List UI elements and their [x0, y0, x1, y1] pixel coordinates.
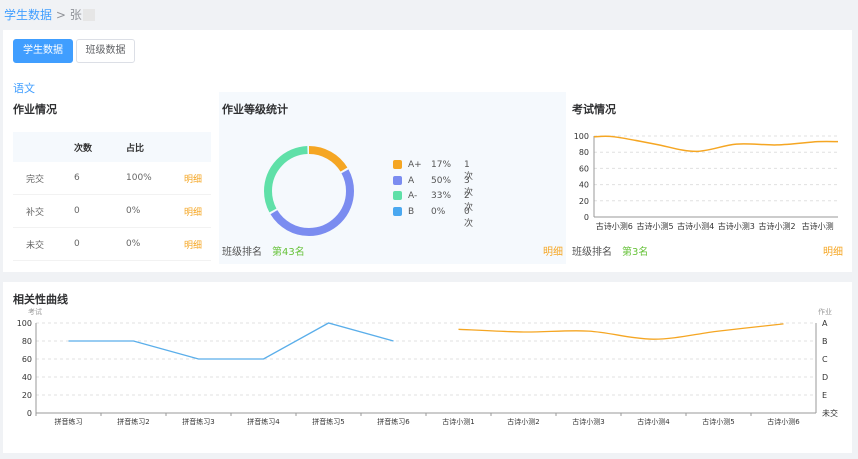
header-cell	[13, 132, 74, 162]
legend-grade: A	[408, 175, 415, 186]
row-ratio: 0%	[126, 194, 184, 228]
row-ratio: 0%	[126, 227, 184, 261]
right-axis-name: 作业	[818, 307, 832, 316]
legend-swatch	[393, 191, 402, 200]
y-tick-label: 60	[579, 164, 589, 173]
row-label: 补交	[13, 194, 74, 228]
table-row: 完交 6 100% 明细	[13, 162, 211, 195]
legend-percent: 50%	[431, 175, 452, 186]
rank-label: 班级排名	[222, 247, 262, 258]
x-tick-label: 古诗小测3	[572, 417, 604, 426]
legend-percent: 17%	[431, 160, 452, 170]
subject-link[interactable]: 语文	[13, 80, 35, 96]
right-y-tick-label: 未交	[822, 408, 838, 418]
homework-table: 次数 占比 完交 6 100% 明细 补交 0 0% 明细 未交 0 0% 明细	[13, 132, 211, 261]
table-row: 未交 0 0% 明细	[13, 227, 211, 261]
legend-swatch	[393, 160, 402, 169]
rank-value: 第3名	[622, 247, 649, 258]
row-count: 0	[74, 194, 126, 228]
x-tick-label: 古诗小测4	[637, 417, 670, 426]
row-detail-link[interactable]: 明细	[184, 162, 211, 195]
right-y-tick-label: C	[822, 355, 828, 364]
grade-class-rank: 班级排名 第43名	[222, 243, 305, 258]
legend-grade: A-	[408, 191, 418, 201]
header-ratio: 占比	[126, 132, 184, 162]
right-y-tick-label: D	[822, 373, 828, 382]
table-header-row: 次数 占比	[13, 132, 211, 162]
left-y-tick-label: 20	[22, 391, 32, 400]
x-tick-label: 拼音练习2	[117, 417, 149, 426]
x-tick-label: 古诗小测	[802, 221, 834, 231]
left-axis-name: 考试	[28, 307, 42, 316]
x-tick-label: 拼音练习5	[312, 417, 344, 426]
class-data-tab[interactable]: 班级数据	[76, 39, 135, 63]
student-data-tab[interactable]: 学生数据	[13, 39, 73, 63]
left-y-tick-label: 100	[17, 319, 32, 328]
legend-swatch	[393, 206, 402, 216]
left-y-tick-label: 60	[22, 355, 32, 364]
x-tick-label: 古诗小测6	[767, 417, 800, 426]
exam-class-rank: 班级排名 第3名	[572, 243, 648, 258]
exam-line-chart: 0 20 40 60 80 100 古诗小测6 古诗小测5 古诗小测4 古诗小测3 古诗小测2 古诗小…	[574, 132, 839, 231]
rank-value: 第43名	[272, 247, 305, 258]
x-tick-label: 拼音练习4	[247, 417, 280, 426]
y-tick-label: 40	[579, 181, 589, 190]
x-tick-label: 古诗小测4	[677, 221, 714, 231]
x-tick-label: 古诗小测2	[758, 221, 795, 231]
table-row: 补交 0 0% 明细	[13, 194, 211, 228]
right-y-tick-label: B	[822, 337, 828, 346]
row-label: 完交	[13, 162, 74, 195]
y-tick-label: 0	[584, 213, 589, 222]
x-tick-label: 古诗小测2	[507, 417, 539, 426]
x-tick-label: 古诗小测5	[702, 417, 734, 426]
row-detail-link[interactable]: 明细	[184, 194, 211, 228]
x-tick-label: 拼音练习	[55, 417, 83, 426]
legend-grade: A+	[408, 160, 422, 170]
breadcrumb: 学生数据 > 张	[4, 6, 95, 23]
grade-donut-chart	[264, 146, 354, 236]
left-y-tick-label: 0	[27, 409, 32, 418]
grade-detail-link[interactable]: 明细	[543, 243, 563, 258]
right-y-tick-label: E	[822, 391, 827, 400]
x-tick-label: 拼音练习6	[377, 417, 410, 426]
legend-grade: B	[408, 206, 415, 217]
x-tick-label: 拼音练习3	[182, 417, 214, 426]
homework-section-title: 作业情况	[13, 103, 57, 116]
header-cell	[184, 132, 211, 162]
row-ratio: 100%	[126, 162, 184, 195]
legend-count: 0次	[464, 206, 474, 229]
exam-section-title: 考试情况	[572, 103, 616, 116]
y-tick-label: 20	[579, 197, 589, 206]
legend-percent: 0%	[431, 206, 446, 217]
left-y-tick-label: 80	[22, 337, 32, 346]
correlation-line-chart: 考试 作业 0 未交 20 E 40 D 60 C 80 B 100 A 拼音练习 拼音练习2 拼音练习3 拼音练…	[17, 307, 838, 426]
legend-percent: 33%	[431, 191, 452, 201]
x-tick-label: 古诗小测1	[442, 417, 474, 426]
x-tick-label: 古诗小测6	[596, 221, 633, 231]
breadcrumb-parent-link[interactable]: 学生数据	[4, 8, 52, 22]
row-count: 6	[74, 162, 126, 195]
y-tick-label: 80	[579, 148, 589, 157]
row-count: 0	[74, 227, 126, 261]
right-y-tick-label: A	[822, 319, 828, 328]
x-tick-label: 古诗小测5	[636, 221, 673, 231]
left-y-tick-label: 40	[22, 373, 32, 382]
breadcrumb-current: 张	[69, 8, 82, 22]
legend-swatch	[393, 175, 402, 185]
exam-detail-link[interactable]: 明细	[823, 243, 843, 258]
row-label: 未交	[13, 227, 74, 261]
y-tick-label: 100	[574, 132, 589, 141]
rank-label: 班级排名	[572, 247, 612, 258]
exam-score-series-line	[458, 323, 784, 340]
row-detail-link[interactable]: 明细	[184, 227, 211, 261]
breadcrumb-separator: >	[55, 8, 66, 22]
grade-section-title: 作业等级统计	[222, 103, 288, 116]
redacted-name-block	[82, 9, 95, 21]
x-tick-label: 古诗小测3	[718, 221, 755, 231]
exam-score-line	[593, 135, 839, 153]
header-count: 次数	[74, 132, 126, 162]
